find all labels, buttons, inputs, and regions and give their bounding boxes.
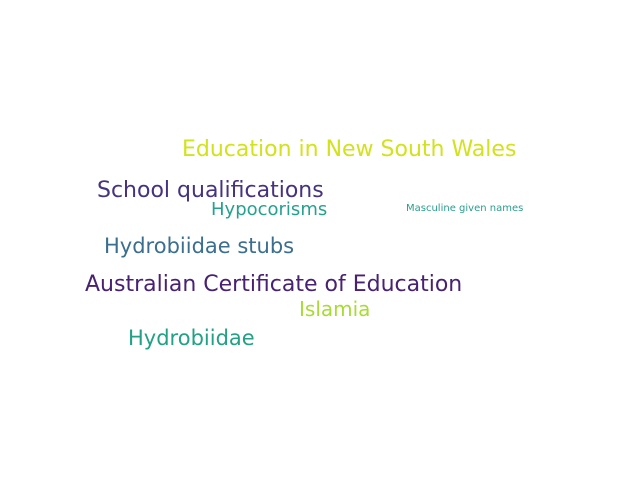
- word-masculine-given-names: Masculine given names: [406, 203, 524, 214]
- word-hydrobiidae: Hydrobiidae: [128, 326, 255, 350]
- word-education-nsw: Education in New South Wales: [182, 137, 517, 162]
- word-hydrobiidae-stubs: Hydrobiidae stubs: [104, 234, 295, 258]
- word-islamia: Islamia: [299, 297, 371, 321]
- word-australian-certificate: Australian Certificate of Education: [85, 272, 463, 297]
- word-hypocorisms: Hypocorisms: [211, 199, 328, 220]
- word-cloud: Education in New South Wales School qual…: [0, 0, 640, 480]
